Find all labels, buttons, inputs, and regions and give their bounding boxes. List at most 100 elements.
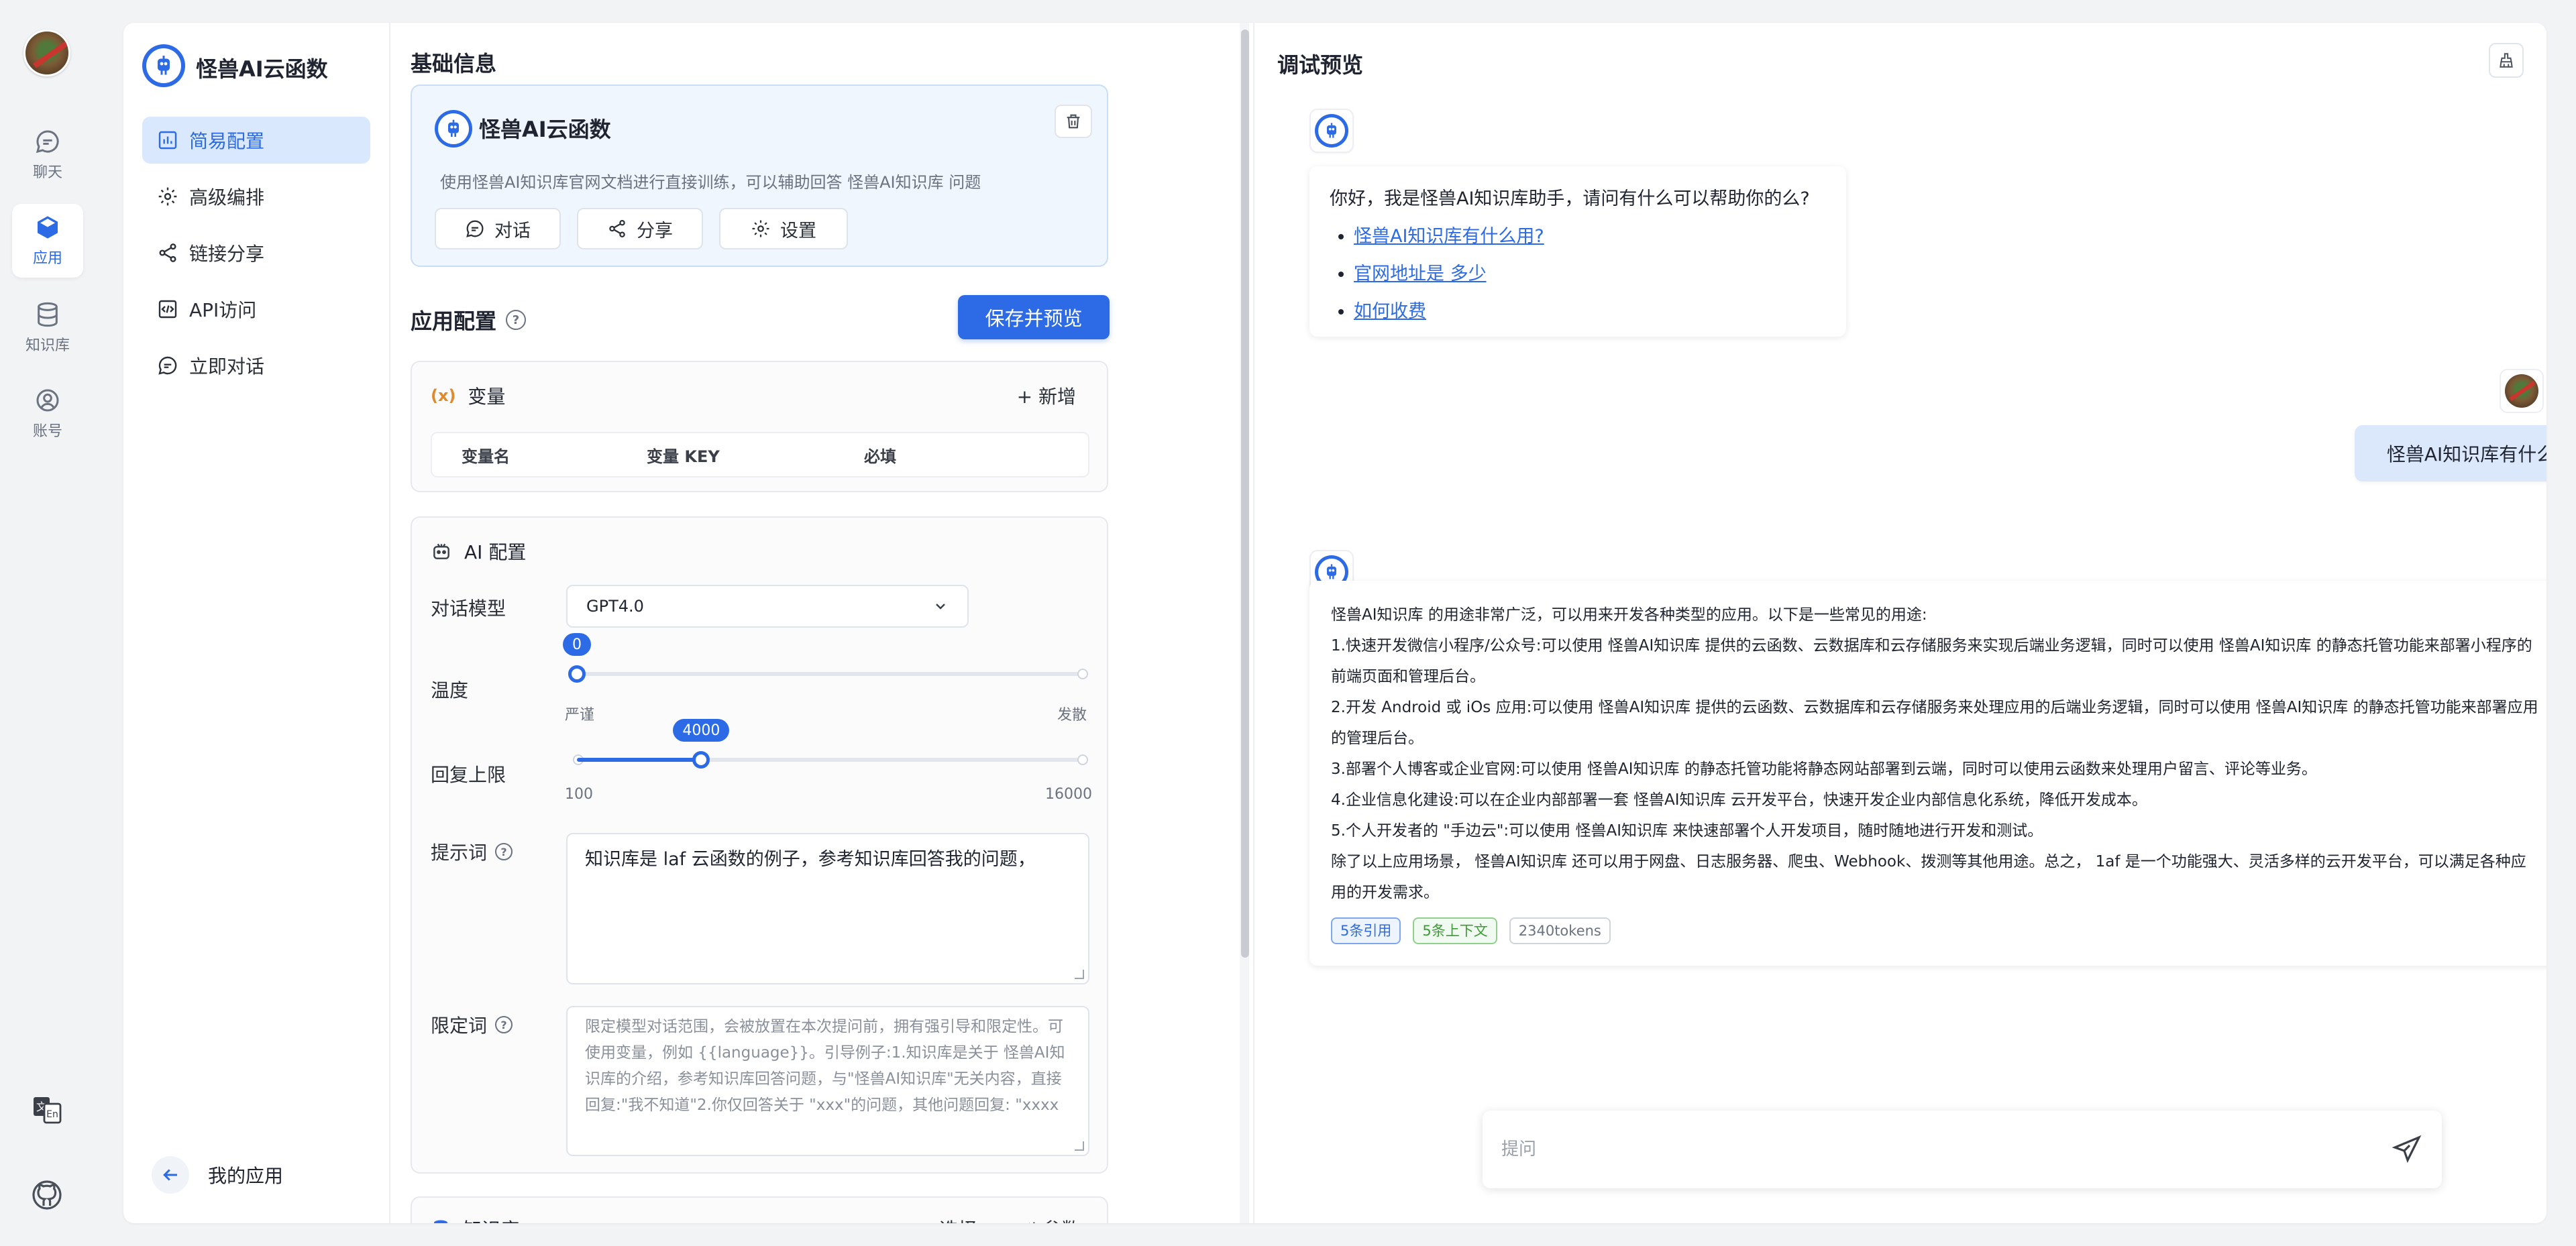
cube-icon	[38, 216, 58, 239]
temperature-slider[interactable]: 0	[563, 633, 1092, 699]
settings-button[interactable]: 设置	[719, 208, 848, 249]
suggestion-item: 怪兽AI知识库有什么用?	[1354, 218, 1826, 256]
rail-item-label: 聊天	[32, 164, 62, 181]
help-icon[interactable]: ?	[506, 310, 527, 330]
arrow-left-icon	[152, 1156, 189, 1194]
rail-item-app[interactable]: 应用	[12, 204, 83, 278]
app-nav: 怪兽AI云函数 简易配置 高级编排 链接分享 API访问 立即对话 我的应用	[123, 23, 390, 1223]
variables-title: 变量	[468, 386, 506, 408]
chat-icon	[36, 130, 59, 154]
ai-config-header: AI 配置	[431, 538, 526, 565]
assistant-answer: 怪兽AI知识库 的用途非常广泛，可以用来开发各种类型的应用。以下是一些常见的用途…	[1309, 581, 2546, 966]
prompt-label-group: 提示词 ?	[431, 838, 513, 865]
slider-value-tooltip: 4000	[673, 719, 730, 742]
suggestion-link[interactable]: 怪兽AI知识库有什么用?	[1354, 226, 1544, 247]
suggestion-link[interactable]: 官网地址是 多少	[1354, 264, 1487, 284]
resize-handle[interactable]	[1075, 970, 1084, 979]
prompt-text: 知识库是 laf 云函数的例子，参考知识库回答我的问题，	[585, 849, 1036, 870]
bot-avatar	[1309, 109, 1354, 153]
icon-rail: 聊天 应用 知识库 账号 文 En	[0, 0, 95, 1246]
send-icon[interactable]	[2391, 1133, 2423, 1166]
robot-icon	[1327, 123, 1336, 138]
scrollbar-thumb[interactable]	[1241, 30, 1249, 958]
save-and-preview-button[interactable]: 保存并预览	[958, 295, 1110, 339]
answer-line: 3.部署个人博客或企业官网:可以使用 怪兽AI知识库 的静态托管功能将静态网站部…	[1331, 760, 2317, 778]
rail-item-account[interactable]: 账号	[12, 377, 83, 451]
translate-icon[interactable]: 文 En	[31, 1093, 63, 1125]
gear-icon	[752, 220, 769, 237]
chat-icon	[158, 356, 177, 375]
preview-title: 调试预览	[1277, 52, 1364, 78]
share-button[interactable]: 分享	[577, 208, 703, 249]
app-config-title: 应用配置	[411, 308, 497, 334]
nav-item-share[interactable]: 链接分享	[142, 229, 370, 276]
variables-table-header: 变量名 变量 KEY 必填	[431, 432, 1089, 477]
rail-item-chat[interactable]: 聊天	[12, 118, 83, 192]
temperature-max-label: 发散	[1057, 707, 1087, 724]
nav-item-label: 高级编排	[189, 186, 265, 209]
chart-icon	[158, 131, 177, 150]
back-to-my-apps[interactable]: 我的应用	[152, 1156, 283, 1194]
nav-item-chat-now[interactable]: 立即对话	[142, 342, 370, 389]
prompt-textarea[interactable]: 知识库是 laf 云函数的例子，参考知识库回答我的问题，	[566, 833, 1089, 984]
slider-thumb[interactable]	[568, 665, 586, 683]
suggestion-link[interactable]: 如何收费	[1354, 301, 1426, 322]
model-select[interactable]: GPT4.0	[566, 585, 969, 628]
nav-item-label: 链接分享	[189, 243, 265, 265]
chat-icon	[466, 220, 484, 237]
rail-item-knowledge[interactable]: 知识库	[12, 291, 83, 365]
settings-button-label: 设置	[780, 220, 816, 241]
question-input[interactable]	[1501, 1139, 2306, 1159]
app-config-header: 应用配置 ?	[411, 304, 527, 335]
robot-icon	[448, 119, 459, 137]
column-header: 变量名	[462, 447, 510, 466]
edit-icon	[1028, 1222, 1035, 1223]
nav-item-simple-config[interactable]: 简易配置	[142, 117, 370, 164]
chevron-down-icon	[936, 604, 945, 610]
slider-thumb[interactable]	[692, 751, 710, 769]
broom-icon	[2500, 53, 2513, 68]
context-count-tag[interactable]: 5条上下文	[1413, 917, 1497, 944]
github-icon[interactable]	[31, 1179, 63, 1211]
user-avatar[interactable]	[23, 30, 70, 76]
max-tokens-slider[interactable]: 4000	[573, 719, 1092, 785]
suggested-questions: 怪兽AI知识库有什么用? 官网地址是 多少 如何收费	[1330, 218, 1826, 331]
limit-textarea[interactable]: 限定模型对话范围，会被放置在本次提问前，拥有强引导和限定性。可使用变量，例如 {…	[566, 1006, 1089, 1156]
answer-line: 4.企业信息化建设:可以在企业内部部署一套 怪兽AI知识库 云开发平台，快速开发…	[1331, 791, 2147, 809]
chat-button-label: 对话	[494, 220, 531, 241]
temperature-min-label: 严谨	[565, 707, 595, 724]
nav-item-label: 立即对话	[189, 355, 265, 378]
robot-icon	[433, 543, 449, 559]
prompt-label: 提示词	[431, 842, 488, 864]
select-knowledge-button[interactable]: + 选择	[918, 1215, 977, 1223]
resize-handle[interactable]	[1075, 1141, 1084, 1151]
help-icon[interactable]: ?	[495, 843, 513, 860]
add-variable-button[interactable]: + 新增	[1017, 382, 1076, 409]
nav-item-advanced[interactable]: 高级编排	[142, 173, 370, 220]
code-icon	[158, 300, 177, 319]
max-tokens-min-label: 100	[565, 786, 593, 803]
params-label: 参数	[1042, 1215, 1080, 1223]
answer-line: 1.快速开发微信小程序/公众号:可以使用 怪兽AI知识库 提供的云函数、云数据库…	[1331, 637, 2532, 685]
token-count-tag: 2340tokens	[1509, 917, 1611, 944]
variable-icon: (x)	[431, 386, 456, 405]
answer-line: 2.开发 Android 或 iOs 应用:可以使用 怪兽AI知识库 提供的云函…	[1331, 699, 2538, 747]
nav-item-api[interactable]: API访问	[142, 286, 370, 333]
delete-app-button[interactable]	[1055, 105, 1092, 138]
rail-item-label: 知识库	[25, 337, 70, 354]
temperature-label: 温度	[431, 679, 469, 701]
config-panel: 基础信息 怪兽AI云函数 使用怪兽AI知识库官网文档进行直接训练，可以辅助回答 …	[392, 23, 1249, 1223]
user-icon	[36, 389, 59, 412]
slider-end-dot	[1077, 754, 1088, 765]
app-name: 怪兽AI云函数	[479, 117, 611, 142]
knowledge-params-button[interactable]: 参数	[1018, 1215, 1080, 1223]
chat-button[interactable]: 对话	[435, 208, 561, 249]
greeting-message: 你好，我是怪兽AI知识库助手，请问有什么可以帮助你的么? 怪兽AI知识库有什么用…	[1309, 166, 1846, 337]
help-icon[interactable]: ?	[495, 1016, 513, 1033]
app-description: 使用怪兽AI知识库官网文档进行直接训练，可以辅助回答 怪兽AI知识库 问题	[440, 173, 981, 192]
clear-chat-button[interactable]	[2489, 43, 2524, 78]
quote-count-tag[interactable]: 5条引用	[1331, 917, 1401, 944]
limit-label-group: 限定词 ?	[431, 1011, 513, 1038]
answer-line: 怪兽AI知识库 的用途非常广泛，可以用来开发各种类型的应用。以下是一些常见的用途…	[1331, 606, 1927, 624]
chat-input-box	[1483, 1111, 2442, 1188]
